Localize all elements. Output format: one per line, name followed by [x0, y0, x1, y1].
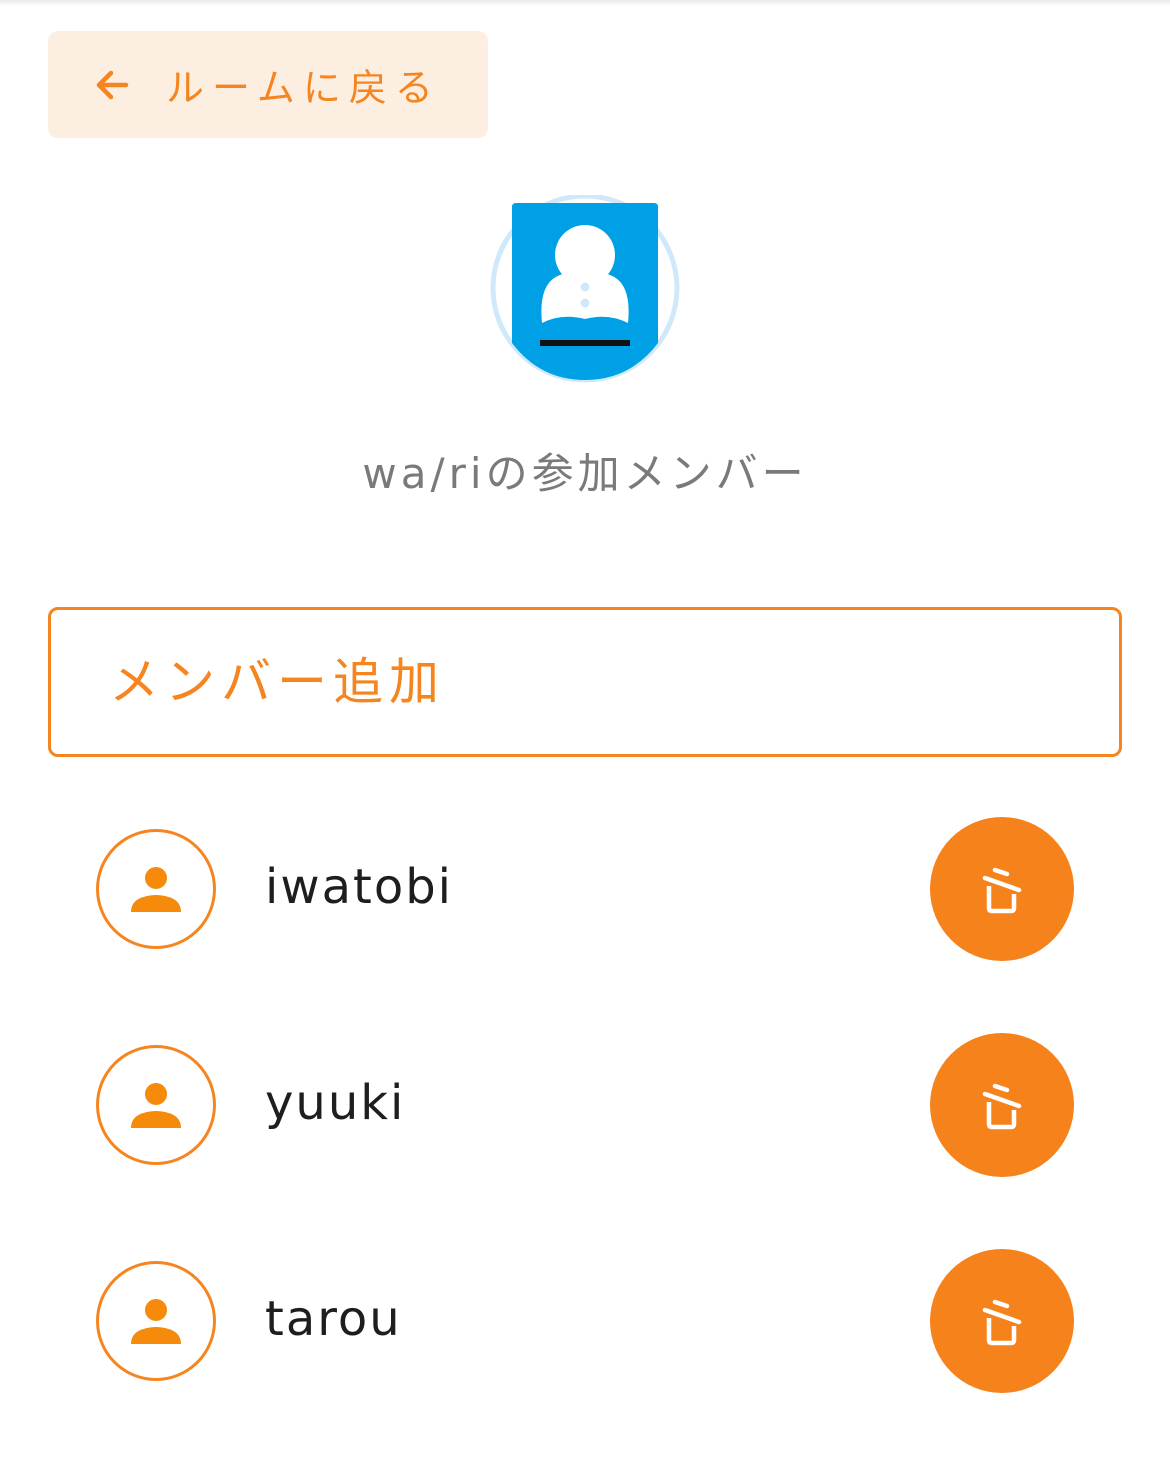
- add-member-field[interactable]: [48, 607, 1122, 757]
- member-name: iwatobi: [265, 859, 453, 915]
- trash-icon: [982, 1083, 1022, 1130]
- member-row: iwatobi: [0, 813, 1170, 963]
- avatar: [96, 1261, 216, 1381]
- members-page: ルームに戻る wa/riの参加メンバー iwatobi: [0, 0, 1170, 1462]
- person-icon: [131, 1083, 181, 1128]
- add-member-input[interactable]: [107, 652, 1119, 712]
- member-row: yuuki: [0, 1029, 1170, 1179]
- person-icon: [131, 1299, 181, 1344]
- back-to-room-label: ルームに戻る: [166, 66, 441, 110]
- delete-member-button[interactable]: [930, 817, 1074, 961]
- back-to-room-button[interactable]: ルームに戻る: [48, 31, 488, 138]
- member-name: tarou: [265, 1291, 402, 1347]
- members-title: wa/riの参加メンバー: [362, 449, 808, 498]
- avatar: [96, 1045, 216, 1165]
- contact-card-icon: [490, 193, 680, 383]
- room-avatar: [490, 193, 680, 385]
- person-icon: [131, 867, 181, 912]
- delete-member-button[interactable]: [930, 1249, 1074, 1393]
- member-row: tarou: [0, 1245, 1170, 1395]
- delete-member-button[interactable]: [930, 1033, 1074, 1177]
- avatar: [96, 829, 216, 949]
- trash-icon: [982, 1299, 1022, 1346]
- member-name: yuuki: [265, 1075, 406, 1131]
- top-shadow: [0, 0, 1170, 6]
- trash-icon: [982, 867, 1022, 914]
- arrow-left-icon: [96, 70, 129, 99]
